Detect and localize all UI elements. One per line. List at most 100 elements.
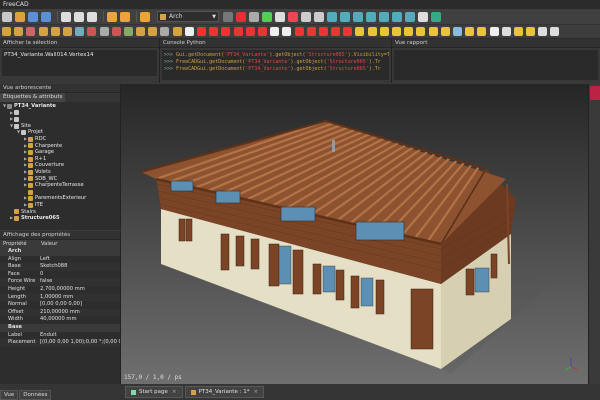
property-group[interactable]: Arch — [0, 248, 120, 256]
tab-labels-attributes[interactable]: Étiquettes & attributs — [0, 93, 66, 102]
open-file-icon[interactable] — [15, 11, 25, 22]
trim-icon[interactable] — [392, 27, 401, 36]
tree-item[interactable]: ▶ RDC — [0, 136, 120, 143]
wall-icon[interactable] — [2, 27, 11, 36]
python-console-output[interactable]: >>> Gui.getDocument('PT34_Variante').get… — [162, 50, 389, 80]
view-right-icon[interactable] — [366, 11, 376, 22]
shapestring-icon[interactable] — [318, 27, 328, 36]
macro-edit-icon[interactable] — [249, 11, 259, 22]
tab-start-page[interactable]: Start page × — [125, 386, 183, 398]
std-view-icon[interactable] — [288, 11, 298, 22]
line-icon[interactable] — [197, 27, 206, 36]
tree-item[interactable]: Stairs — [0, 209, 120, 216]
tree-item[interactable]: ▶ Structure065 — [0, 215, 120, 222]
view-bottom-icon[interactable] — [392, 11, 402, 22]
property-row[interactable]: Offset 210,00000 mm — [0, 308, 120, 317]
save-icon[interactable] — [28, 11, 38, 22]
tree-item[interactable]: ▶ Garage — [0, 149, 120, 156]
new-file-icon[interactable] — [2, 11, 12, 22]
tree-item[interactable]: ▶ — [0, 116, 120, 123]
undo-icon[interactable] — [107, 11, 117, 22]
bezcurve-icon[interactable] — [343, 27, 353, 36]
side-tab-button[interactable] — [590, 86, 600, 100]
property-value[interactable]: 0 — [38, 271, 43, 279]
tree-item[interactable]: ▶ Couverture — [0, 162, 120, 169]
property-row[interactable]: Face 0 — [0, 271, 120, 279]
tree-item[interactable]: ▶ Charpente — [0, 143, 120, 150]
property-value[interactable]: Sketch088 — [38, 263, 67, 271]
grid-icon[interactable] — [538, 27, 548, 36]
schedule-icon[interactable] — [184, 27, 194, 36]
wireframe-icon[interactable] — [501, 27, 511, 36]
equipment-icon[interactable] — [160, 27, 170, 36]
offset-icon[interactable] — [379, 27, 389, 36]
layer-icon[interactable] — [526, 27, 536, 36]
downgrade-icon[interactable] — [416, 27, 426, 36]
working-plane-icon[interactable] — [550, 27, 560, 36]
tree-item[interactable]: ▼ PT34_Variante — [0, 103, 120, 110]
scale-icon[interactable] — [428, 27, 438, 36]
property-row[interactable]: Height 2,700,00000 mm — [0, 286, 120, 294]
fit-all-icon[interactable] — [301, 11, 311, 22]
tree-item[interactable]: ▶ ParementsExterieur — [0, 195, 120, 202]
report-view-output[interactable] — [394, 50, 598, 80]
tree-item[interactable] — [0, 189, 120, 196]
refresh-icon[interactable] — [140, 11, 150, 22]
panel-icon[interactable] — [148, 27, 158, 36]
property-value[interactable]: 40,00000 mm — [38, 316, 77, 324]
drawing-icon[interactable] — [489, 27, 499, 36]
array-icon[interactable] — [465, 27, 475, 36]
draw-style-icon[interactable] — [314, 11, 324, 22]
text-icon[interactable] — [270, 27, 280, 36]
save-as-icon[interactable] — [41, 11, 51, 22]
site-icon[interactable] — [62, 27, 72, 36]
facebinder-icon[interactable] — [331, 27, 341, 36]
view-iso-icon[interactable] — [327, 11, 337, 22]
property-row[interactable]: Width 40,00000 mm — [0, 316, 120, 324]
window-icon[interactable] — [75, 27, 85, 36]
edit-icon[interactable] — [440, 27, 450, 36]
property-row[interactable]: Label Enduit — [0, 332, 120, 340]
link-icon[interactable] — [275, 11, 285, 22]
workbench-selector[interactable]: Arch ▼ — [157, 11, 219, 22]
property-value[interactable]: 1,00000 mm — [38, 294, 73, 302]
property-row[interactable]: Force Wire false — [0, 278, 120, 286]
tree-item[interactable]: ▼ Site — [0, 123, 120, 130]
property-value[interactable]: Left — [38, 256, 50, 264]
tree-item[interactable]: ▶ SDB_WC — [0, 176, 120, 183]
tab-data[interactable]: Données — [19, 390, 52, 400]
view-top-icon[interactable] — [353, 11, 363, 22]
property-group[interactable]: Base — [0, 323, 120, 332]
redo-icon[interactable] — [120, 11, 130, 22]
point-icon[interactable] — [306, 27, 316, 36]
tree-item[interactable]: ▶ ITE — [0, 202, 120, 209]
copy-icon[interactable] — [74, 11, 84, 22]
roof-icon[interactable] — [87, 27, 97, 36]
property-value[interactable]: [0,00 0,00 0,00] — [38, 301, 82, 309]
tree-item[interactable]: ▶ Volets — [0, 169, 120, 176]
property-value[interactable]: 210,00000 mm — [38, 309, 80, 317]
cut-icon[interactable] — [61, 11, 71, 22]
structure-icon[interactable] — [14, 27, 24, 36]
move-icon[interactable] — [355, 27, 365, 36]
selection-content[interactable]: PT34_Variante.Wall014.Vertex14 — [2, 50, 157, 76]
rebar-icon[interactable] — [26, 27, 36, 36]
axis-icon[interactable] — [99, 27, 109, 36]
bspline-icon[interactable] — [294, 27, 304, 36]
close-icon[interactable]: × — [253, 389, 258, 395]
tree-item[interactable]: ▶ CharpenteTerrasse — [0, 182, 120, 189]
floor-icon[interactable] — [38, 27, 48, 36]
property-row[interactable]: Normal [0,00 0,00 0,00] — [0, 301, 120, 309]
tree-item[interactable]: ▶ — [0, 110, 120, 117]
polygon-icon[interactable] — [245, 27, 255, 36]
building-icon[interactable] — [50, 27, 60, 36]
property-row[interactable]: Base Sketch088 — [0, 263, 120, 271]
property-row[interactable]: Align Left — [0, 256, 120, 264]
property-value[interactable]: false — [38, 278, 52, 286]
paste-icon[interactable] — [87, 11, 97, 22]
snap-icon[interactable] — [452, 27, 462, 36]
macro-stop-icon[interactable] — [236, 11, 246, 22]
circle-icon[interactable] — [221, 27, 231, 36]
rotate-icon[interactable] — [367, 27, 377, 36]
view-rear-icon[interactable] — [379, 11, 389, 22]
